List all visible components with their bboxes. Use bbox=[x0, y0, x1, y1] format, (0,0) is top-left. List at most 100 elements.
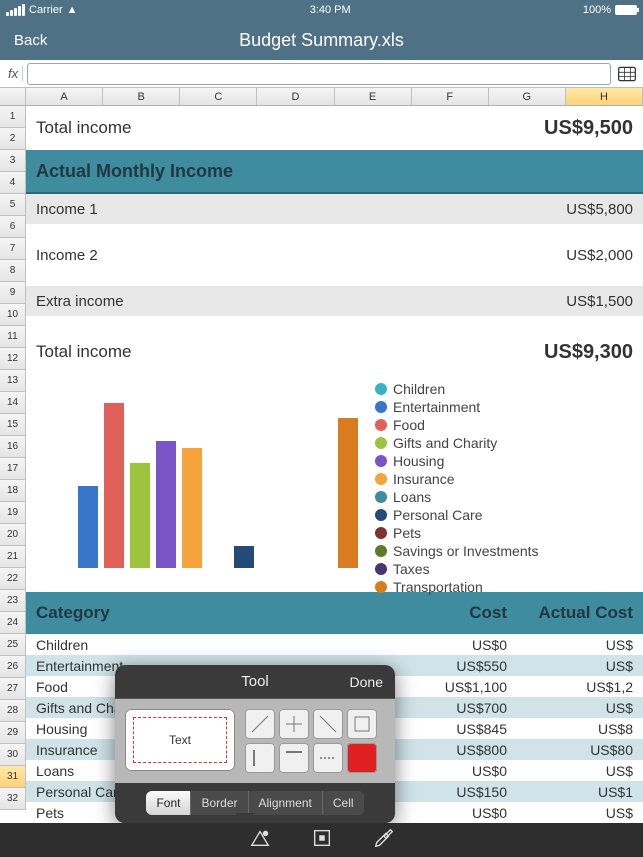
row-header-32[interactable]: 32 bbox=[0, 788, 26, 810]
legend-swatch bbox=[375, 509, 387, 521]
legend-item: Entertainment bbox=[375, 398, 635, 416]
legend-swatch bbox=[375, 581, 387, 593]
preset-diag2[interactable] bbox=[313, 709, 343, 739]
preset-cross[interactable] bbox=[279, 709, 309, 739]
column-header-B[interactable]: B bbox=[103, 88, 180, 105]
row-header-27[interactable]: 27 bbox=[0, 678, 26, 700]
row-header-17[interactable]: 17 bbox=[0, 458, 26, 480]
legend-swatch bbox=[375, 491, 387, 503]
legend-swatch bbox=[375, 383, 387, 395]
row-header-23[interactable]: 23 bbox=[0, 590, 26, 612]
row-header-1[interactable]: 1 bbox=[0, 106, 26, 128]
legend-item: Insurance bbox=[375, 470, 635, 488]
row-header-21[interactable]: 21 bbox=[0, 546, 26, 568]
tab-font[interactable]: Font bbox=[146, 791, 191, 815]
bar-insurance bbox=[182, 448, 202, 568]
popover-title: Tool bbox=[241, 673, 269, 690]
row-header-5[interactable]: 5 bbox=[0, 194, 26, 216]
total-income-actual-row: Total income US$9,300 bbox=[26, 332, 643, 372]
column-header-D[interactable]: D bbox=[257, 88, 334, 105]
bar-personal-care bbox=[234, 546, 254, 569]
row-header-4[interactable]: 4 bbox=[0, 172, 26, 194]
preset-dash[interactable] bbox=[313, 743, 343, 773]
back-button[interactable]: Back bbox=[14, 32, 47, 49]
legend-swatch bbox=[375, 527, 387, 539]
row-header-19[interactable]: 19 bbox=[0, 502, 26, 524]
format-tool-button[interactable] bbox=[311, 827, 333, 854]
insert-tool-button[interactable] bbox=[249, 827, 271, 854]
legend-item: Transportation bbox=[375, 578, 635, 596]
row-header-2[interactable]: 2 bbox=[0, 128, 26, 150]
row-header-13[interactable]: 13 bbox=[0, 370, 26, 392]
row-header-26[interactable]: 26 bbox=[0, 656, 26, 678]
row-header-14[interactable]: 14 bbox=[0, 392, 26, 414]
legend-swatch bbox=[375, 437, 387, 449]
income-row: Income 1US$5,800 bbox=[26, 194, 643, 224]
column-header-C[interactable]: C bbox=[180, 88, 257, 105]
row-header-6[interactable]: 6 bbox=[0, 216, 26, 238]
row-header-24[interactable]: 24 bbox=[0, 612, 26, 634]
legend-item: Children bbox=[375, 380, 635, 398]
preset-fill-red[interactable] bbox=[347, 743, 377, 773]
preset-diag1[interactable] bbox=[245, 709, 275, 739]
row-headers: 1234567891011121314151617181920212223242… bbox=[0, 106, 26, 823]
row-header-11[interactable]: 11 bbox=[0, 326, 26, 348]
row-header-22[interactable]: 22 bbox=[0, 568, 26, 590]
column-header-F[interactable]: F bbox=[412, 88, 489, 105]
bottom-toolbar bbox=[0, 823, 643, 857]
column-header-E[interactable]: E bbox=[335, 88, 412, 105]
legend-swatch bbox=[375, 545, 387, 557]
column-header-H[interactable]: H bbox=[566, 88, 643, 105]
legend-item: Food bbox=[375, 416, 635, 434]
row-header-3[interactable]: 3 bbox=[0, 150, 26, 172]
preset-box[interactable] bbox=[347, 709, 377, 739]
legend-swatch bbox=[375, 419, 387, 431]
fx-label: fx bbox=[4, 66, 23, 81]
legend-swatch bbox=[375, 563, 387, 575]
battery-percent: 100% bbox=[583, 4, 611, 16]
row-header-16[interactable]: 16 bbox=[0, 436, 26, 458]
settings-tool-button[interactable] bbox=[373, 827, 395, 854]
row-header-30[interactable]: 30 bbox=[0, 744, 26, 766]
tool-popover: Tool Done Text FontBorderAlignmentCell bbox=[115, 665, 395, 823]
tab-cell[interactable]: Cell bbox=[323, 791, 364, 815]
nav-bar: Back Budget Summary.xls bbox=[0, 20, 643, 60]
column-headers: ABCDEFGH bbox=[0, 88, 643, 106]
row-header-18[interactable]: 18 bbox=[0, 480, 26, 502]
row-header-7[interactable]: 7 bbox=[0, 238, 26, 260]
wifi-icon: ▲ bbox=[67, 4, 78, 16]
clock: 3:40 PM bbox=[310, 4, 351, 16]
legend-swatch bbox=[375, 473, 387, 485]
row-header-10[interactable]: 10 bbox=[0, 304, 26, 326]
keypad-button[interactable] bbox=[615, 63, 639, 85]
total-income-projected-row: Total income US$9,500 bbox=[26, 106, 643, 150]
done-button[interactable]: Done bbox=[350, 674, 383, 690]
chart-area: ChildrenEntertainmentFoodGifts and Chari… bbox=[26, 372, 643, 592]
row-header-20[interactable]: 20 bbox=[0, 524, 26, 546]
column-header-A[interactable]: A bbox=[26, 88, 103, 105]
row-header-28[interactable]: 28 bbox=[0, 700, 26, 722]
select-all-corner[interactable] bbox=[0, 88, 26, 105]
row-header-15[interactable]: 15 bbox=[0, 414, 26, 436]
format-tabs: FontBorderAlignmentCell bbox=[146, 791, 363, 815]
bar-food bbox=[104, 403, 124, 568]
preset-top[interactable] bbox=[279, 743, 309, 773]
row-header-31[interactable]: 31 bbox=[0, 766, 26, 788]
row-header-8[interactable]: 8 bbox=[0, 260, 26, 282]
column-header-G[interactable]: G bbox=[489, 88, 566, 105]
table-row[interactable]: ChildrenUS$0US$ bbox=[26, 634, 643, 655]
row-header-25[interactable]: 25 bbox=[0, 634, 26, 656]
legend-swatch bbox=[375, 401, 387, 413]
bar-chart bbox=[34, 376, 375, 576]
row-header-9[interactable]: 9 bbox=[0, 282, 26, 304]
formula-input[interactable] bbox=[27, 63, 611, 85]
tab-border[interactable]: Border bbox=[191, 791, 248, 815]
legend-item: Pets bbox=[375, 524, 635, 542]
income-row: Income 2US$2,000 bbox=[26, 240, 643, 270]
preset-left[interactable] bbox=[245, 743, 275, 773]
tab-alignment[interactable]: Alignment bbox=[249, 791, 323, 815]
legend-item: Gifts and Charity bbox=[375, 434, 635, 452]
bar-gifts-and-charity bbox=[130, 463, 150, 568]
row-header-12[interactable]: 12 bbox=[0, 348, 26, 370]
row-header-29[interactable]: 29 bbox=[0, 722, 26, 744]
